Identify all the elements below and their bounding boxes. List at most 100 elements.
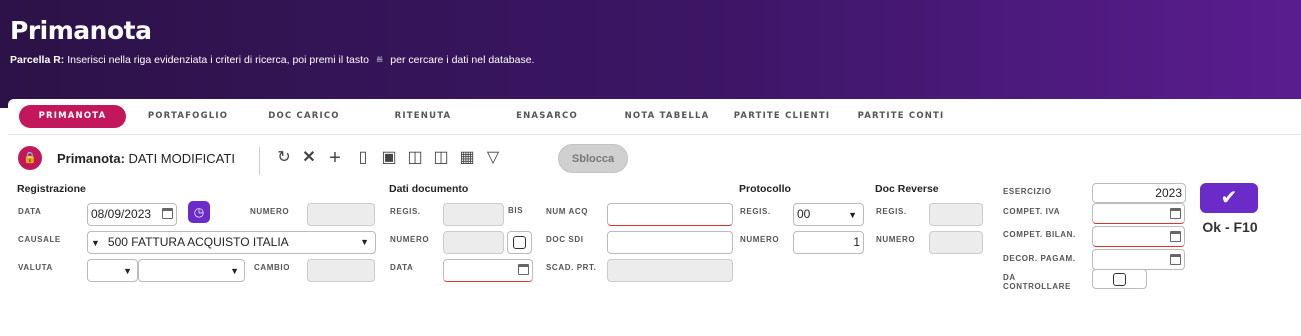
numero-field[interactable] (307, 203, 375, 226)
check-icon: ✔ (1220, 187, 1238, 209)
valuta-label: VALUTA (18, 263, 53, 272)
rev-numero-field[interactable] (929, 231, 983, 254)
filter-icon: ≝ (375, 55, 384, 65)
compet-iva-label: COMPET. IVA (1003, 207, 1061, 216)
toolbar-title-bold: Primanota: (57, 151, 125, 166)
rev-regis-label: REGIS. (876, 207, 907, 216)
tab-ritenuta[interactable]: RITENUTA (389, 105, 457, 128)
hint-text-before: Inserisci nella riga evidenziata i crite… (67, 54, 369, 66)
chevron-down-icon: ▼ (123, 266, 132, 276)
page-hint: Parcella R: Inserisci nella riga evidenz… (10, 54, 534, 66)
toolbar: 🔒 Primanota: DATI MODIFICATI ↻ ✕ + ▯ ▣ ◫… (8, 139, 1301, 179)
doc-regis-label: REGIS. (390, 207, 421, 216)
valuta-desc-select[interactable]: ▼ (138, 259, 245, 282)
decor-pagam-label: DECOR. PAGAM. (1003, 254, 1076, 263)
calendar-icon[interactable] (1170, 231, 1181, 242)
chevron-down-icon: ▼ (230, 266, 239, 276)
valuta-select[interactable]: ▼ (87, 259, 138, 282)
registrazione-header: Registrazione (17, 183, 86, 195)
ok-button[interactable]: ✔ (1200, 183, 1258, 213)
toolbar-separator (259, 147, 260, 175)
da-controllare-checkbox[interactable] (1113, 273, 1126, 286)
protocollo-header: Protocollo (739, 183, 791, 195)
prot-regis-select[interactable]: 00 ▼ (793, 203, 864, 226)
rev-regis-field[interactable] (929, 203, 983, 226)
chevron-down-icon: ▼ (848, 210, 857, 220)
calendar-icon[interactable] (162, 208, 173, 219)
num-acq-label: NUM ACQ (546, 207, 589, 216)
prot-numero-field[interactable]: 1 (793, 231, 864, 254)
bis-checkbox-box[interactable] (507, 231, 532, 254)
rev-numero-label: NUMERO (876, 235, 916, 244)
clock-icon[interactable]: ◷ (188, 201, 210, 223)
doc-sdi-field[interactable] (607, 231, 733, 254)
bis-checkbox[interactable] (513, 236, 526, 249)
toolbar-title: Primanota: DATI MODIFICATI (57, 151, 235, 166)
data-label: DATA (18, 207, 42, 216)
prot-regis-label: REGIS. (740, 207, 771, 216)
layout-icon[interactable]: ▦ (456, 146, 478, 170)
delete-icon[interactable]: ✕ (298, 146, 320, 170)
chevron-down-icon: ▼ (91, 238, 100, 248)
hint-bold: Parcella R: (10, 54, 65, 66)
scad-prt-field[interactable] (607, 259, 733, 282)
doc-numero-label: NUMERO (390, 235, 430, 244)
calendar-icon[interactable] (518, 264, 529, 275)
doc-regis-field[interactable] (443, 203, 504, 226)
data-value: 08/09/2023 (91, 207, 152, 221)
num-acq-field[interactable] (607, 203, 733, 226)
add-icon[interactable]: + (324, 146, 346, 170)
cambio-label: CAMBIO (254, 263, 291, 272)
tab-partite-clienti[interactable]: PARTITE CLIENTI (730, 105, 834, 128)
tab-doc-carico[interactable]: DOC CARICO (264, 105, 344, 128)
tab-partite-conti[interactable]: PARTITE CONTI (853, 105, 949, 128)
causale-select[interactable]: ▼ 500 FATTURA ACQUISTO ITALIA ▼ (87, 231, 376, 254)
causale-value: FATTURA ACQUISTO ITALIA (131, 235, 289, 249)
compet-iva-field[interactable] (1092, 203, 1185, 224)
decor-pagam-field[interactable] (1092, 249, 1185, 270)
lock-icon[interactable]: 🔒 (18, 146, 42, 170)
page-header: Primanota Parcella R: Inserisci nella ri… (0, 0, 1301, 108)
doc-data-label: DATA (390, 263, 414, 272)
da-controllare-label: DA CONTROLLARE (1003, 273, 1071, 291)
causale-label: CAUSALE (18, 235, 61, 244)
copy-icon[interactable]: ▯ (352, 146, 374, 170)
filter-icon[interactable]: ▽ (482, 146, 504, 170)
esercizio-label: ESERCIZIO (1003, 187, 1052, 196)
causale-code: 500 (107, 235, 128, 249)
divider (8, 134, 1301, 135)
compet-bilan-field[interactable] (1092, 226, 1185, 247)
toolbar-status: DATI MODIFICATI (128, 151, 235, 166)
save-icon[interactable]: ▣ (378, 146, 400, 170)
bis-label: BIS (508, 206, 524, 215)
columns-icon[interactable]: ◫ (430, 146, 452, 170)
hint-text-after: per cercare i dati nel database. (390, 54, 535, 66)
calendar-icon[interactable] (1170, 254, 1181, 265)
tab-portafoglio[interactable]: PORTAFOGLIO (142, 105, 234, 128)
cambio-field[interactable] (307, 259, 375, 282)
esercizio-field[interactable]: 2023 (1092, 183, 1186, 203)
calendar-icon[interactable] (1170, 208, 1181, 219)
main-card: PRIMANOTA PORTAFOGLIO DOC CARICO RITENUT… (8, 99, 1301, 336)
scad-prt-label: SCAD. PRT. (546, 263, 597, 272)
da-controllare-box[interactable] (1092, 269, 1147, 289)
data-field[interactable]: 08/09/2023 (87, 203, 177, 226)
tab-enasarco[interactable]: ENASARCO (508, 105, 586, 128)
doc-numero-field[interactable] (443, 231, 504, 254)
dati-documento-header: Dati documento (389, 183, 469, 195)
numero-label: NUMERO (250, 207, 290, 216)
tab-nota-tabella[interactable]: NOTA TABELLA (619, 105, 715, 128)
prot-numero-label: NUMERO (740, 235, 780, 244)
prot-regis-value: 00 (797, 207, 811, 221)
print-icon[interactable]: ◫ (404, 146, 426, 170)
compet-bilan-label: COMPET. BILAN. (1003, 230, 1076, 239)
undo-icon[interactable]: ↻ (273, 146, 295, 170)
tab-primanota[interactable]: PRIMANOTA (19, 105, 126, 128)
sblocca-button[interactable]: Sblocca (558, 144, 628, 173)
doc-reverse-header: Doc Reverse (875, 183, 939, 195)
tab-bar: PRIMANOTA PORTAFOGLIO DOC CARICO RITENUT… (8, 105, 1301, 131)
doc-sdi-label: DOC SDI (546, 235, 584, 244)
chevron-down-icon: ▼ (360, 237, 369, 247)
ok-label[interactable]: Ok - F10 (1198, 219, 1262, 235)
doc-data-field[interactable] (443, 259, 533, 282)
